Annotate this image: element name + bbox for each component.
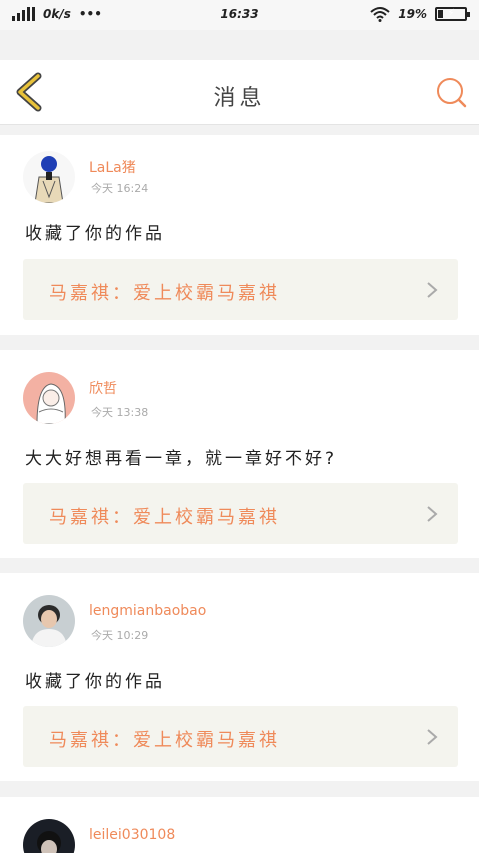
avatar[interactable] xyxy=(23,595,75,647)
work-title: 马嘉祺：爱上校霸马嘉祺 xyxy=(49,507,280,528)
work-title: 马嘉祺：爱上校霸马嘉祺 xyxy=(49,730,280,751)
message-card[interactable]: leilei030108 xyxy=(0,797,479,853)
battery-icon: ⚡ xyxy=(435,7,470,21)
timestamp: 今天 10:29 xyxy=(91,629,149,642)
timestamp: 今天 13:38 xyxy=(91,406,149,419)
charging-bolt-icon: ⚡ xyxy=(447,8,455,19)
avatar[interactable] xyxy=(23,819,75,853)
chevron-right-icon xyxy=(427,729,438,745)
work-reference-link[interactable]: 马嘉祺：爱上校霸马嘉祺 xyxy=(23,483,458,544)
battery-percent: 19% xyxy=(398,7,427,21)
chevron-right-icon xyxy=(427,282,438,298)
chevron-right-icon xyxy=(427,506,438,522)
avatar-illustration xyxy=(23,151,75,203)
username[interactable]: 欣哲 xyxy=(89,378,117,398)
username[interactable]: LaLa猪 xyxy=(89,157,136,177)
wifi-icon xyxy=(370,7,390,22)
avatar-illustration xyxy=(23,595,75,647)
username[interactable]: lengmianbaobao xyxy=(89,603,206,619)
message-card[interactable]: lengmianbaobao 今天 10:29 收藏了你的作品 马嘉祺：爱上校霸… xyxy=(0,573,479,781)
username[interactable]: leilei030108 xyxy=(89,827,175,843)
status-right: 19% ⚡ xyxy=(370,6,470,22)
message-text: 大大好想再看一章，就一章好不好? xyxy=(25,449,338,469)
work-reference-link[interactable]: 马嘉祺：爱上校霸马嘉祺 xyxy=(23,706,458,767)
avatar-illustration xyxy=(23,819,75,853)
message-card[interactable]: 欣哲 今天 13:38 大大好想再看一章，就一章好不好? 马嘉祺：爱上校霸马嘉祺 xyxy=(0,350,479,558)
message-card[interactable]: LaLa猪 今天 16:24 收藏了你的作品 马嘉祺：爱上校霸马嘉祺 xyxy=(0,135,479,335)
nav-bar: 消息 xyxy=(0,60,479,125)
message-text: 收藏了你的作品 xyxy=(25,224,165,244)
work-reference-link[interactable]: 马嘉祺：爱上校霸马嘉祺 xyxy=(23,259,458,320)
work-title: 马嘉祺：爱上校霸马嘉祺 xyxy=(49,283,280,304)
search-icon[interactable] xyxy=(435,76,467,108)
message-text: 收藏了你的作品 xyxy=(25,672,165,692)
timestamp: 今天 16:24 xyxy=(91,182,149,195)
avatar-illustration xyxy=(23,372,75,424)
avatar[interactable] xyxy=(23,372,75,424)
status-bar: 0k/s ••• 16:33 19% ⚡ xyxy=(0,0,479,30)
page-title: 消息 xyxy=(213,86,266,111)
avatar[interactable] xyxy=(23,151,75,203)
battery-fill xyxy=(438,10,443,18)
